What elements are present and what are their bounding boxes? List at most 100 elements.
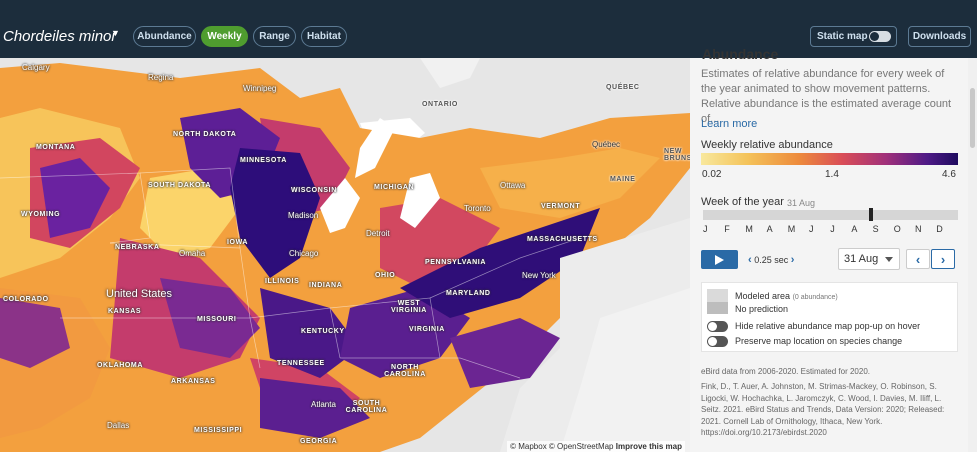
state-label: WYOMING [21,211,61,218]
state-label: OKLAHOMA [97,362,144,369]
state-label: NORTH DAKOTA [173,131,237,138]
hide-popup-toggle[interactable] [707,321,728,332]
state-label: WEST VIRGINIA [391,300,427,314]
province-label: ONTARIO [422,101,458,108]
chevron-left-icon: ‹ [915,251,921,267]
state-label: SOUTH DAKOTA [148,182,212,189]
abundance-color-scale [701,153,958,165]
month-label: A [766,224,773,234]
tab-range[interactable]: Range [253,26,296,47]
state-label: MICHIGAN [374,184,415,191]
state-label: GEORGIA [300,438,338,445]
state-label: WISCONSIN [291,187,337,194]
legend-max: 4.6 [942,169,956,180]
month-label: J [809,224,814,234]
month-label: O [893,224,901,234]
chevron-left-icon[interactable]: ‹ [748,254,752,266]
city-label: Detroit [366,229,390,238]
city-label: Atlanta [311,400,336,409]
downloads-button[interactable]: Downloads [908,26,971,47]
state-label: ILLINOIS [265,278,300,285]
tab-abundance[interactable]: Abundance [133,26,196,47]
preserve-location-label: Preserve map location on species change [735,336,903,346]
city-label: New York [522,271,556,280]
month-label: J [703,224,708,234]
improve-map-link[interactable]: Improve this map [616,442,682,451]
chevron-down-icon [885,257,893,262]
month-label: M [787,224,796,234]
speed-control[interactable]: ‹ 0.25 sec › [748,254,794,266]
city-label: Madison [288,211,319,220]
state-label: MINNESOTA [240,157,287,164]
toggle-switch[interactable] [869,31,891,42]
week-slider-handle[interactable] [869,208,874,221]
caret-down-icon[interactable]: ▼ [111,28,120,38]
citation-text: Fink, D., T. Auer, A. Johnston, M. Strim… [701,382,945,437]
month-label: J [830,224,835,234]
city-label: Toronto [464,204,491,213]
month-label: D [936,224,943,234]
week-slider[interactable] [703,210,958,220]
species-selector[interactable]: Chordeiles minor [3,28,116,45]
modeled-area-sub: (0 abundance) [792,294,838,301]
play-icon [715,254,724,265]
state-label: ARKANSAS [171,378,216,385]
modeled-area-label: Modeled area (0 abundance) [735,291,838,301]
map-canvas[interactable] [0,58,690,452]
state-label: MAINE [610,176,636,183]
panel-scrollbar[interactable] [968,58,977,452]
state-label: VERMONT [541,203,581,210]
play-button[interactable] [701,250,738,269]
city-label: Calgary [22,63,50,72]
learn-more-link[interactable]: Learn more [701,118,757,130]
city-label: Ottawa [500,181,526,190]
no-prediction-label: No prediction [735,304,789,314]
prev-week-button[interactable]: ‹ [906,249,930,269]
tab-habitat[interactable]: Habitat [301,26,347,47]
data-source-note: eBird data from 2006-2020. Estimated for… [701,367,870,376]
speed-value: 0.25 sec [754,255,789,265]
hide-popup-label: Hide relative abundance map pop-up on ho… [735,321,921,331]
static-map-label: Static map [817,31,868,42]
legend-title: Weekly relative abundance [701,139,833,151]
city-label: Dallas [107,421,130,430]
modeled-area-text: Modeled area [735,291,791,301]
state-label: NORTH CAROLINA [384,364,426,378]
month-label: N [915,224,922,234]
state-label: TENNESSEE [277,360,325,367]
city-label: Winnipeg [243,84,277,93]
country-label: United States [106,288,173,300]
preserve-location-toggle[interactable] [707,336,728,347]
state-label: VIRGINIA [409,326,445,333]
state-label: MONTANA [36,144,76,151]
abundance-map[interactable]: Calgary Regina Winnipeg ONTARIO QUÉBEC N… [0,58,690,452]
date-select-value: 31 Aug [844,253,879,265]
month-label: S [872,224,879,234]
modeled-area-swatch [707,289,728,302]
province-label: NEW BRUNSW [664,148,690,162]
province-label: QUÉBEC [606,84,640,91]
month-label: F [724,224,730,234]
state-label: INDIANA [309,282,343,289]
chevron-right-icon: › [940,251,946,267]
chevron-right-icon[interactable]: › [791,254,795,266]
state-label: SOUTH CAROLINA [345,400,388,414]
state-label: MARYLAND [446,290,491,297]
city-label: Québec [592,140,621,149]
static-map-toggle[interactable]: Static map [810,26,897,47]
week-date: 31 Aug [787,198,816,208]
legend-mid: 1.4 [825,169,839,180]
date-select[interactable]: 31 Aug [838,248,900,270]
state-label: NEBRASKA [115,244,160,251]
state-label: PENNSYLVANIA [425,259,487,266]
month-label: M [745,224,753,234]
month-label: A [851,224,858,234]
no-prediction-swatch [707,302,728,314]
next-week-button[interactable]: › [931,249,955,269]
week-label: Week of the year [701,196,784,208]
state-label: MISSISSIPPI [194,427,243,434]
scrollbar-thumb[interactable] [970,88,975,148]
state-label: KENTUCKY [301,328,345,335]
state-label: COLORADO [3,296,49,303]
tab-weekly[interactable]: Weekly [201,26,248,47]
